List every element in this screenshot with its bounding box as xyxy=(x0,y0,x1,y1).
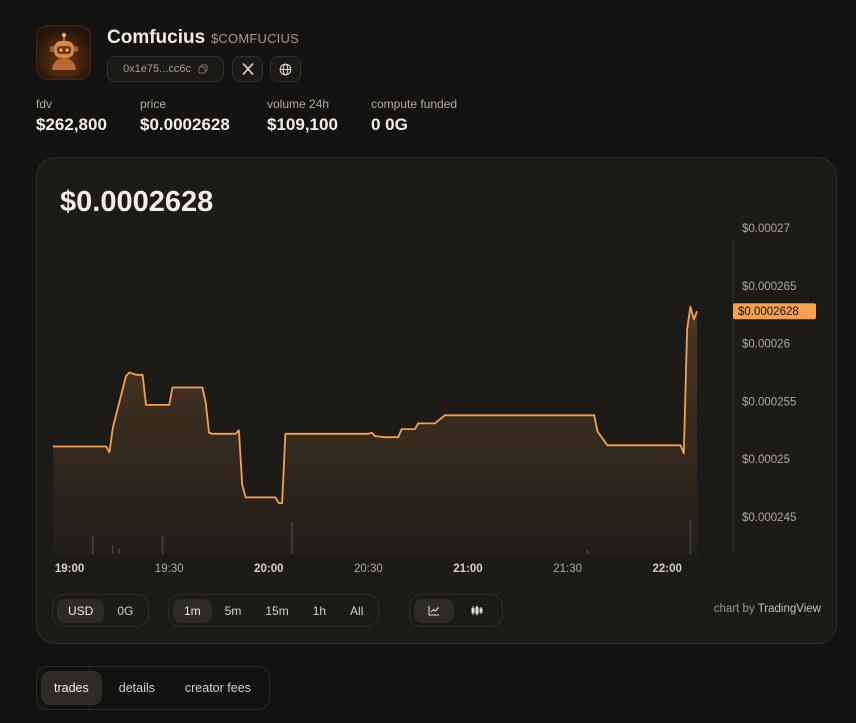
price-chart-card: $0.0002628 $0.00027 $0.000265 $0.00026 $0.0… xyxy=(36,157,837,644)
token-avatar xyxy=(36,25,91,80)
stat-volume-24h: volume 24h $109,100 xyxy=(267,97,338,135)
x-logo-icon xyxy=(242,63,253,75)
interval-option-5m[interactable]: 5m xyxy=(214,599,253,623)
tab-trades[interactable]: trades xyxy=(41,671,102,705)
candlestick-icon xyxy=(471,605,483,616)
stat-label: price xyxy=(140,97,167,111)
line-chart-icon xyxy=(428,606,439,616)
contract-address: 0x1e75...cc6c xyxy=(123,63,191,75)
stat-label: fdv xyxy=(36,97,53,111)
x-tick-label: 20:00 xyxy=(254,563,283,575)
x-tick-label: 22:00 xyxy=(652,563,681,575)
interval-option-all[interactable]: All xyxy=(339,599,374,623)
y-tick-label: $0.00026 xyxy=(742,339,790,351)
stat-label: volume 24h xyxy=(267,97,330,111)
bottom-tabs: trades details creator fees xyxy=(36,666,270,710)
x-tick-label: 19:30 xyxy=(155,563,184,575)
y-tick-label: $0.000245 xyxy=(742,512,796,524)
copy-icon xyxy=(198,64,208,74)
interval-option-15m[interactable]: 15m xyxy=(254,599,299,623)
website-link-button[interactable] xyxy=(270,56,301,82)
candlestick-button[interactable] xyxy=(456,599,498,623)
globe-icon xyxy=(279,63,292,75)
stat-fdv: fdv $262,800 xyxy=(36,97,107,135)
stat-value: $0.0002628 xyxy=(140,115,230,134)
interval-option-1h[interactable]: 1h xyxy=(302,599,337,623)
currency-option-usd[interactable]: USD xyxy=(57,598,105,623)
tab-creator-fees[interactable]: creator fees xyxy=(172,671,264,705)
y-tick-label: $0.000265 xyxy=(742,281,796,293)
contract-address-button[interactable]: 0x1e75...cc6c xyxy=(107,56,224,82)
x-tick-label: 21:00 xyxy=(453,563,482,575)
stat-value: $109,100 xyxy=(267,115,338,134)
x-tick-label: 19:00 xyxy=(55,563,84,575)
stat-compute-funded: compute funded 0 0G xyxy=(371,97,457,135)
currency-toggle: USD 0G xyxy=(52,594,150,627)
stat-price: price $0.0002628 xyxy=(140,97,230,135)
interval-toggle: 1m 5m 15m 1h All xyxy=(168,594,380,627)
chart-type-toggle xyxy=(409,594,503,627)
stat-value: 0 0G xyxy=(371,115,408,134)
last-price-label: $0.0002628 xyxy=(738,306,799,318)
token-symbol: $COMFUCIUS xyxy=(211,31,299,46)
x-tick-label: 20:30 xyxy=(354,563,383,575)
x-tick-label: 21:30 xyxy=(553,563,582,575)
y-tick-label: $0.000255 xyxy=(742,396,796,408)
stat-value: $262,800 xyxy=(36,115,107,134)
price-chart[interactable]: $0.00027 $0.000265 $0.00026 $0.000255 $0.000… xyxy=(37,158,838,588)
robot-sage-avatar xyxy=(48,33,80,77)
tab-details[interactable]: details xyxy=(106,671,168,705)
stat-label: compute funded xyxy=(371,97,458,111)
y-tick-label: $0.00025 xyxy=(742,454,790,466)
line-chart-button[interactable] xyxy=(414,598,454,623)
chart-attribution[interactable]: chart by TradingView xyxy=(714,603,821,615)
token-name: Comfucius xyxy=(107,27,206,48)
price-area xyxy=(53,306,698,554)
interval-option-1m[interactable]: 1m xyxy=(173,598,212,623)
x-link-button[interactable] xyxy=(232,56,263,82)
attribution-brand: TradingView xyxy=(757,603,821,615)
attribution-prefix: chart by xyxy=(713,603,755,615)
currency-option-0g[interactable]: 0G xyxy=(106,599,144,623)
y-tick-label: $0.00027 xyxy=(742,223,790,235)
